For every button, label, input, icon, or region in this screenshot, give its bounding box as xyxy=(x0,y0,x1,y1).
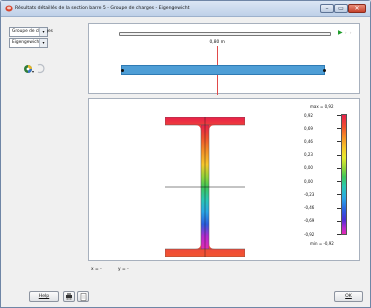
legend-min-label: min = -0,92 xyxy=(310,241,334,246)
legend-tick-mark xyxy=(337,181,341,183)
legend-tick-mark xyxy=(337,115,341,116)
ok-button-label: OK xyxy=(345,294,352,299)
position-label: 0,80 m xyxy=(209,40,225,45)
step-buttons[interactable]: › › xyxy=(345,30,352,35)
legend-tick-label: 0,00 xyxy=(304,165,313,171)
chevron-down-icon[interactable]: ▾ xyxy=(39,39,47,47)
legend-tick-label: -0,69 xyxy=(304,218,315,224)
position-slider[interactable] xyxy=(119,32,331,36)
legend-tick-label: 0,92 xyxy=(304,112,313,118)
minimize-button[interactable]: – xyxy=(320,4,334,13)
legend-tick-label: 0,69 xyxy=(304,125,313,131)
colorwheel-icon[interactable] xyxy=(23,64,35,74)
rotate-view-icon[interactable] xyxy=(36,63,45,74)
legend-max-label: max = 0,92 xyxy=(310,104,334,109)
i-beam-section xyxy=(165,117,245,257)
legend-tick-label: 0,46 xyxy=(304,138,313,144)
print-preview-button[interactable] xyxy=(77,291,89,302)
load-case-value: Eigengewicht xyxy=(12,40,41,45)
results-window: Résultats détaillés de la section barre … xyxy=(0,0,371,308)
x-coordinate-readout: x = - xyxy=(91,267,102,272)
app-icon xyxy=(5,5,13,12)
load-type-select[interactable]: Groupe de charges ▾ xyxy=(9,27,53,37)
help-button-label: Help xyxy=(38,294,50,299)
legend-color-bar xyxy=(341,114,347,235)
help-button[interactable]: Help xyxy=(29,291,59,302)
status-bar: x = - y = - xyxy=(88,267,208,275)
y-coordinate-readout: y = - xyxy=(118,267,129,272)
legend-tick-label: -0,92 xyxy=(304,231,315,237)
close-button[interactable]: ✕ xyxy=(348,4,366,13)
stress-legend: max = 0,92 0,92 0,69 0,46 0,23 0,00 0,00 -0,23… xyxy=(302,103,358,259)
beam-start-node xyxy=(121,69,124,72)
legend-tick-label: 0,23 xyxy=(304,152,313,158)
member-beam xyxy=(121,65,325,75)
legend-tick-label: -0,46 xyxy=(304,205,315,211)
member-view-panel: ▶ › › 0,80 m xyxy=(88,23,360,95)
cross-section-panel: max = 0,92 0,92 0,69 0,46 0,23 0,00 0,00 -0,23… xyxy=(88,98,360,261)
legend-tick-mark xyxy=(337,128,341,130)
legend-tick-label: 0,00 xyxy=(304,178,313,184)
printer-icon xyxy=(66,293,72,301)
legend-tick-mark xyxy=(337,234,341,235)
bottom-bar: Help OK xyxy=(1,286,370,308)
document-icon xyxy=(80,293,86,301)
legend-tick-mark xyxy=(337,141,341,143)
chevron-down-icon[interactable]: ▾ xyxy=(39,28,47,36)
left-panel: Groupe de charges ▾ Eigengewicht ▾ xyxy=(9,23,85,103)
legend-tick-mark xyxy=(337,154,341,156)
play-button[interactable]: ▶ xyxy=(338,29,343,36)
legend-tick-label: -0,23 xyxy=(304,191,315,197)
maximize-button[interactable]: ▭ xyxy=(334,4,348,13)
legend-tick-mark xyxy=(337,207,341,209)
load-case-select[interactable]: Eigengewicht ▾ xyxy=(9,38,48,48)
legend-tick-mark xyxy=(337,220,341,222)
legend-tick-mark xyxy=(337,167,341,169)
print-button[interactable] xyxy=(63,291,75,302)
beam-end-node xyxy=(323,69,326,72)
title-bar: Résultats détaillés de la section barre … xyxy=(1,1,370,17)
window-title: Résultats détaillés de la section barre … xyxy=(15,6,190,11)
legend-tick-mark xyxy=(337,194,341,196)
ok-button[interactable]: OK xyxy=(334,291,363,302)
